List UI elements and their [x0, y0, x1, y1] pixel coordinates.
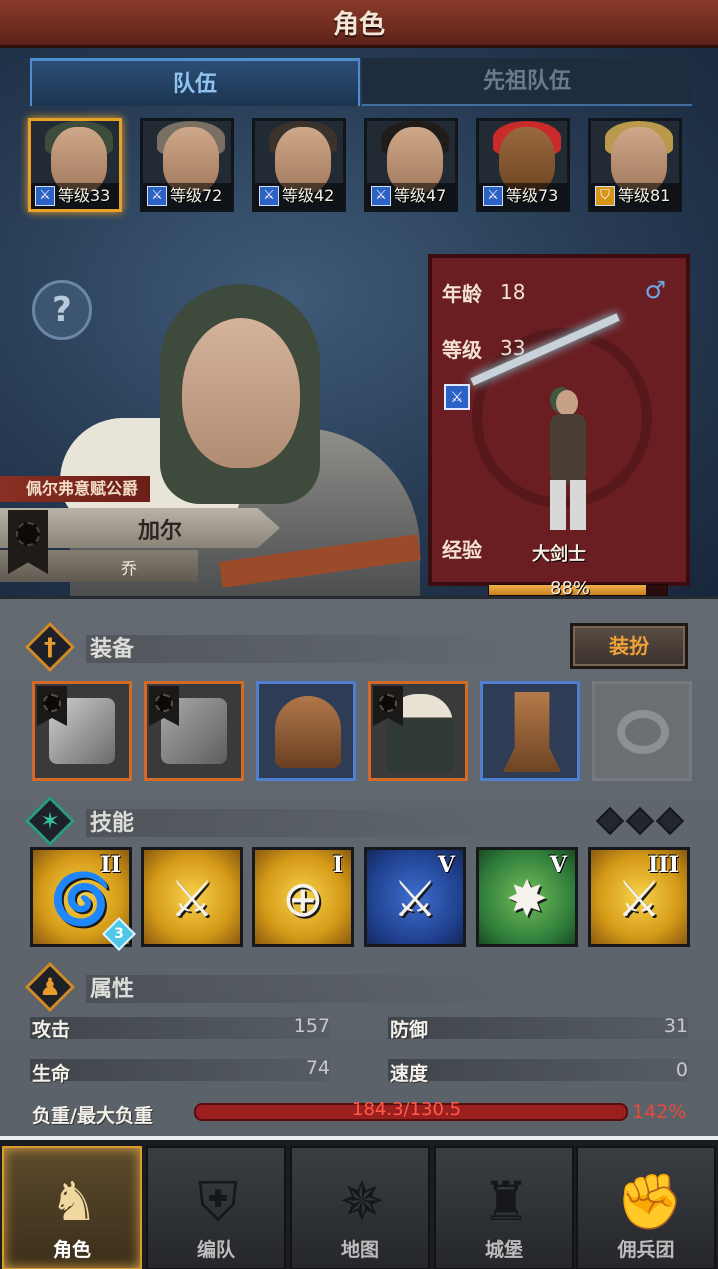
skill-cross-slash-gold[interactable]: ⚔ III	[588, 847, 690, 947]
skill-stack-count: 3	[114, 926, 124, 942]
skill-points-indicator	[595, 806, 688, 836]
diamond-icon	[655, 806, 685, 836]
equipment-slot-offhand[interactable]	[144, 681, 244, 781]
dagger-icon: †	[44, 633, 56, 661]
member-level: 等级72	[170, 186, 223, 205]
skills-header: ✶ 技能	[24, 795, 626, 847]
crosshair-icon: ⊕	[282, 870, 324, 928]
sword-icon: ⚔	[483, 186, 503, 206]
sword-icon: ⚔	[371, 186, 391, 206]
boots-icon	[503, 692, 561, 772]
party-tabs: 队伍 先祖队伍	[30, 58, 692, 108]
defense-value: 31	[663, 1015, 688, 1037]
nav-formation-label: 编队	[196, 1239, 235, 1261]
tab-party[interactable]: 队伍	[30, 58, 360, 106]
helmet-icon	[275, 696, 341, 768]
party-member-1[interactable]: ⚔ 等级33	[28, 118, 122, 212]
skill-rank: II	[100, 852, 121, 878]
noble-title-banner: 佩尔弗意赋公爵	[0, 476, 150, 502]
equipment-label: 装备	[90, 637, 135, 662]
skill-cross-slash-blue[interactable]: ⚔ V	[364, 847, 466, 947]
crossed-swords-icon: ⚔	[392, 870, 438, 928]
equipment-slot-armor[interactable]	[368, 681, 468, 781]
nav-mercenary[interactable]: ✊ 佣兵团	[576, 1146, 716, 1269]
nav-castle-label: 城堡	[484, 1239, 523, 1261]
skill-burst[interactable]: ✸ V	[476, 847, 578, 947]
fist-sword-icon: ✊	[616, 1170, 684, 1233]
hp-value: 74	[305, 1057, 330, 1079]
sword-icon: ⚔	[259, 186, 279, 206]
skill-sword-aura[interactable]: ⚔	[141, 847, 243, 947]
castle-icon: ♜	[481, 1170, 531, 1233]
load-percent: 142%	[632, 1101, 687, 1123]
hero-name: 加尔	[137, 519, 182, 544]
skill-rank: V	[549, 852, 567, 878]
party-member-6[interactable]: ⛉ 等级81	[588, 118, 682, 212]
sword-icon: ⚔	[147, 186, 167, 206]
nav-mercenary-label: 佣兵团	[617, 1239, 675, 1261]
skill-rank: V	[437, 852, 455, 878]
member-level: 等级73	[506, 186, 559, 205]
hero-subname: 乔	[120, 559, 137, 578]
nav-character-label: 角色	[52, 1239, 91, 1261]
party-roster: ⚔ 等级33 ⚔ 等级72 ⚔ 等级42 ⚔ 等级47 ⚔ 等级73 ⛉ 等级8…	[28, 118, 698, 214]
nav-map-label: 地图	[340, 1239, 379, 1261]
party-member-2[interactable]: ⚔ 等级72	[140, 118, 234, 212]
equipment-slot-boots[interactable]	[480, 681, 580, 781]
details-panel: † 装备 装扮 ✶ 技能 🌀 II 3 ⚔ ⊕ I ⚔ V ✸ V ⚔ III …	[0, 596, 718, 1136]
defense-label: 防御	[390, 1019, 429, 1041]
attributes-label: 属性	[90, 977, 135, 1002]
equipment-header: † 装备	[24, 621, 626, 673]
attack-value: 157	[293, 1015, 330, 1037]
equipment-slot-weapon[interactable]	[32, 681, 132, 781]
party-member-5[interactable]: ⚔ 等级73	[476, 118, 570, 212]
person-icon: ♟	[39, 973, 61, 1001]
hp-label: 生命	[32, 1063, 71, 1085]
nav-character[interactable]: ♞ 角色	[2, 1146, 142, 1269]
top-bar: 角色	[0, 0, 718, 48]
equipment-slot-ring[interactable]	[592, 681, 692, 781]
party-member-3[interactable]: ⚔ 等级42	[252, 118, 346, 212]
diamond-icon	[625, 806, 655, 836]
speed-value: 0	[675, 1059, 688, 1081]
equipment-slot-helmet[interactable]	[256, 681, 356, 781]
skill-rank: III	[648, 852, 679, 878]
attack-label: 攻击	[32, 1019, 71, 1041]
dress-up-label: 装扮	[609, 634, 649, 658]
knight-icon: ♞	[49, 1170, 99, 1233]
member-level: 等级47	[394, 186, 447, 205]
noble-title: 佩尔弗意赋公爵	[26, 479, 139, 498]
skill-whirlwind[interactable]: 🌀 II 3	[30, 847, 136, 951]
tab-ancestor-party[interactable]: 先祖队伍	[362, 58, 692, 106]
skill-target-strike[interactable]: ⊕ I	[252, 847, 354, 947]
load-label: 负重/最大负重	[32, 1105, 153, 1127]
member-level: 等级33	[58, 186, 111, 205]
star-icon: ✶	[39, 807, 61, 835]
helmet-group-icon: ⛨	[197, 1170, 239, 1233]
dress-up-button[interactable]: 装扮	[570, 623, 688, 669]
attributes-header: ♟ 属性	[24, 961, 626, 1013]
crossed-swords-icon: ⚔	[616, 870, 662, 928]
party-member-4[interactable]: ⚔ 等级47	[364, 118, 458, 212]
speed-label: 速度	[390, 1063, 429, 1085]
shield-icon: ⛉	[595, 186, 615, 206]
screen-title: 角色	[332, 10, 385, 40]
diamond-icon	[595, 806, 625, 836]
skills-label: 技能	[90, 811, 135, 836]
hero-area: 队伍 先祖队伍 ⚔ 等级33 ⚔ 等级72 ⚔ 等级42 ⚔ 等级47 ⚔ 等级…	[0, 48, 718, 599]
nav-formation[interactable]: ⛨ 编队	[146, 1146, 286, 1269]
bottom-nav: ♞ 角色 ⛨ 编队 ✵ 地图 ♜ 城堡 ✊ 佣兵团	[0, 1136, 718, 1269]
sword-aura-icon: ⚔	[169, 870, 215, 928]
burst-icon: ✸	[506, 870, 548, 928]
member-level: 等级42	[282, 186, 335, 205]
member-level: 等级81	[618, 186, 671, 205]
ring-icon	[617, 710, 669, 754]
sword-icon: ⚔	[35, 186, 55, 206]
load-value: 184.3/130.5	[352, 1099, 462, 1120]
nav-map[interactable]: ✵ 地图	[290, 1146, 430, 1269]
nav-castle[interactable]: ♜ 城堡	[434, 1146, 574, 1269]
compass-icon: ✵	[339, 1170, 385, 1233]
skill-rank: I	[332, 852, 343, 878]
